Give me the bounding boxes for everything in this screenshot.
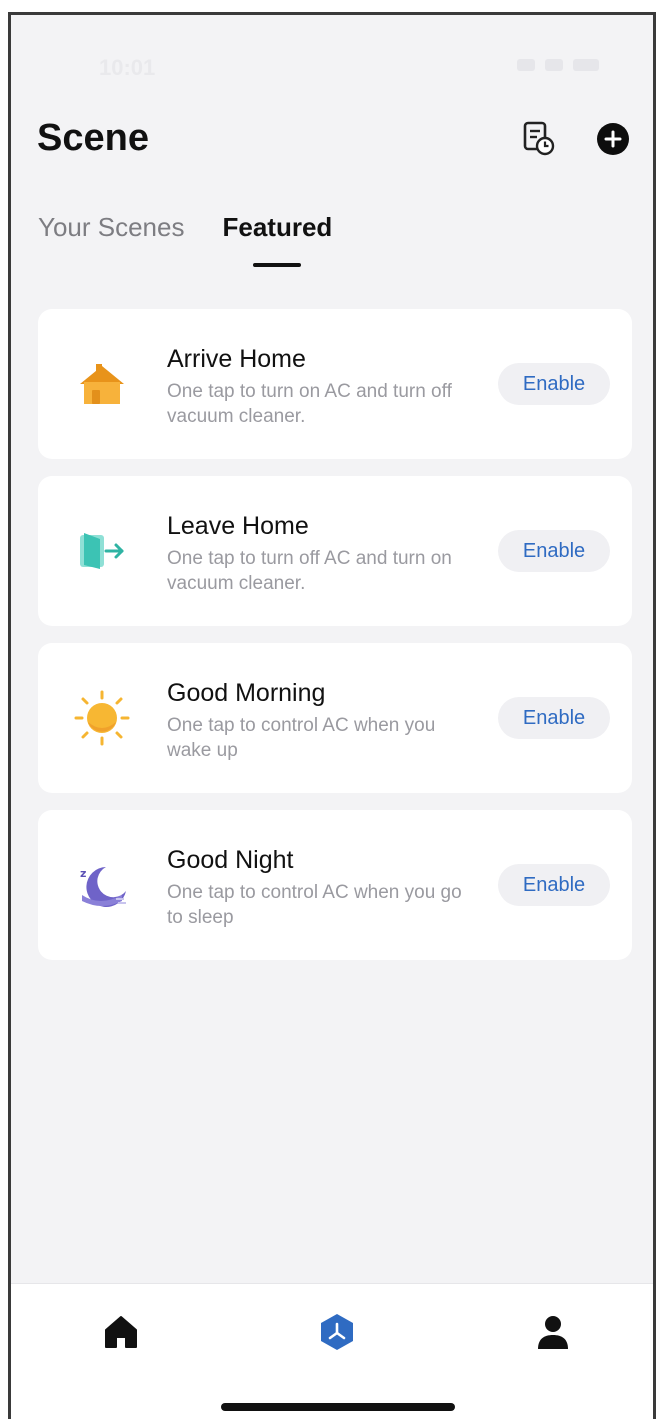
exit-door-icon <box>80 533 124 569</box>
bottom-nav <box>11 1283 653 1419</box>
scene-icon <box>321 1314 353 1350</box>
sun-icon <box>74 690 130 746</box>
nav-scene[interactable] <box>315 1310 359 1354</box>
scene-card-good-night[interactable]: z Good Night One tap to control AC when … <box>38 810 632 960</box>
add-circle-icon <box>604 130 622 148</box>
status-icons <box>517 59 599 71</box>
profile-icon <box>538 1316 568 1349</box>
nav-profile[interactable] <box>531 1310 575 1354</box>
tab-featured[interactable]: Featured <box>222 209 332 245</box>
scene-log-button[interactable] <box>521 121 557 157</box>
scene-description: One tap to turn on AC and turn off vacuu… <box>167 381 452 427</box>
wifi-icon <box>545 59 563 71</box>
svg-text:z: z <box>80 867 86 880</box>
page-header: Scene <box>37 115 631 175</box>
scene-card-good-morning[interactable]: Good Morning One tap to control AC when … <box>38 643 632 793</box>
add-scene-button[interactable] <box>597 123 629 155</box>
scene-description: One tap to control AC when you wake up <box>167 715 436 761</box>
status-time: 10:01 <box>99 55 156 80</box>
status-bar: 10:01 <box>11 15 653 105</box>
scene-title: Leave Home <box>167 512 309 540</box>
signal-icon <box>517 59 535 71</box>
home-icon <box>105 1316 137 1348</box>
enable-button[interactable]: Enable <box>498 697 610 739</box>
scene-title: Good Morning <box>167 679 326 707</box>
enable-button[interactable]: Enable <box>498 530 610 572</box>
scene-list: Arrive Home One tap to turn on AC and tu… <box>38 309 632 977</box>
scene-title: Arrive Home <box>167 345 306 373</box>
scene-description: One tap to turn off AC and turn on vacuu… <box>167 548 452 594</box>
moon-icon: z <box>80 867 126 907</box>
tab-your-scenes[interactable]: Your Scenes <box>38 209 184 245</box>
enable-button[interactable]: Enable <box>498 864 610 906</box>
battery-icon <box>573 59 599 71</box>
scene-log-icon <box>523 121 555 156</box>
house-icon <box>80 364 124 404</box>
scene-description: One tap to control AC when you go to sle… <box>167 882 462 928</box>
scene-card-arrive-home[interactable]: Arrive Home One tap to turn on AC and tu… <box>38 309 632 459</box>
phone-screen: 10:01 Scene Your Scenes Featured Arrive … <box>8 12 656 1419</box>
scene-card-leave-home[interactable]: Leave Home One tap to turn off AC and tu… <box>38 476 632 626</box>
enable-button[interactable]: Enable <box>498 363 610 405</box>
page-title: Scene <box>37 117 149 159</box>
scene-title: Good Night <box>167 846 294 874</box>
home-indicator[interactable] <box>221 1403 455 1411</box>
nav-home[interactable] <box>99 1310 143 1354</box>
scene-tabs: Your Scenes Featured <box>38 209 332 245</box>
